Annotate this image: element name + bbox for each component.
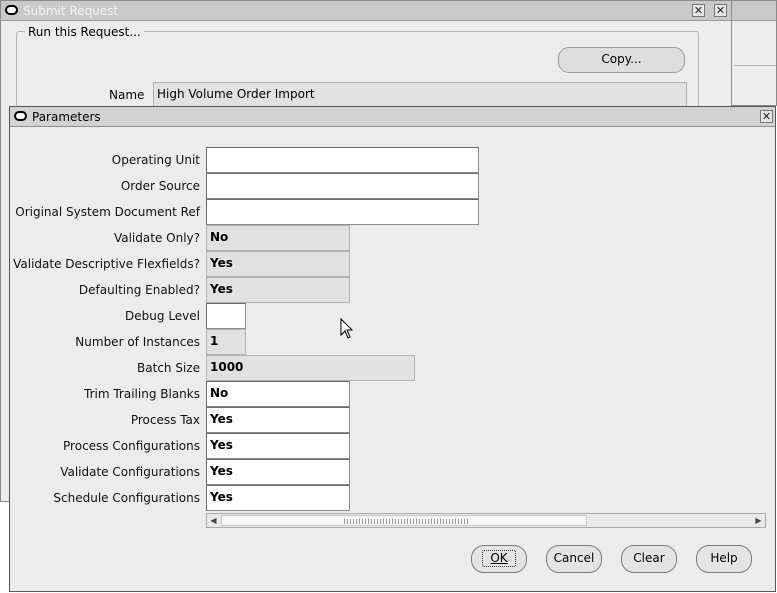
label-operating-unit: Operating Unit bbox=[111, 153, 200, 167]
oracle-logo-icon bbox=[14, 111, 27, 121]
label-batch-size: Batch Size bbox=[137, 361, 200, 375]
batch-size-field[interactable]: 1000 bbox=[206, 355, 415, 381]
name-label: Name bbox=[109, 88, 145, 102]
minimize-icon[interactable]: ✕ bbox=[714, 4, 727, 17]
mouse-pointer-icon bbox=[340, 318, 354, 339]
help-button[interactable]: Help bbox=[696, 545, 752, 573]
parameters-titlebar: Parameters ✕ bbox=[10, 107, 775, 127]
oracle-logo-icon bbox=[5, 5, 18, 15]
trim-trailing-blanks-input[interactable]: No bbox=[206, 381, 350, 407]
validate-only-field[interactable]: No bbox=[206, 225, 350, 251]
label-number-of-instances: Number of Instances bbox=[75, 335, 200, 349]
cancel-button[interactable]: Cancel bbox=[546, 545, 602, 573]
label-trim-trailing-blanks: Trim Trailing Blanks bbox=[84, 387, 200, 401]
order-source-input[interactable] bbox=[206, 173, 479, 199]
name-field[interactable]: High Volume Order Import bbox=[153, 82, 687, 107]
number-of-instances-field[interactable]: 1 bbox=[206, 329, 246, 355]
run-request-group-label: Run this Request... bbox=[25, 25, 144, 39]
clear-button[interactable]: Clear bbox=[621, 545, 677, 573]
label-debug-level: Debug Level bbox=[125, 309, 200, 323]
parameters-dialog: Parameters ✕ Operating Unit Order Source… bbox=[9, 106, 776, 592]
defaulting-enabled-field[interactable]: Yes bbox=[206, 277, 350, 303]
scroll-right-icon[interactable]: ▶ bbox=[753, 515, 764, 526]
close-icon[interactable]: ✕ bbox=[692, 4, 705, 17]
scroll-left-icon[interactable]: ◀ bbox=[208, 515, 219, 526]
label-validate-configurations: Validate Configurations bbox=[60, 465, 200, 479]
debug-level-input[interactable] bbox=[206, 303, 246, 329]
submit-request-titlebar: Submit Request ✕ ✕ bbox=[1, 1, 731, 21]
label-process-tax: Process Tax bbox=[130, 413, 200, 427]
validate-configurations-input[interactable]: Yes bbox=[206, 459, 350, 485]
background-window-divider bbox=[734, 65, 776, 66]
process-configurations-input[interactable]: Yes bbox=[206, 433, 350, 459]
label-validate-descriptive-flexfields: Validate Descriptive Flexfields? bbox=[13, 257, 200, 271]
copy-button[interactable]: Copy... bbox=[558, 47, 685, 73]
label-defaulting-enabled: Defaulting Enabled? bbox=[78, 283, 200, 297]
submit-request-title: Submit Request bbox=[23, 4, 119, 18]
parameters-title: Parameters bbox=[32, 110, 101, 124]
operating-unit-input[interactable] bbox=[206, 147, 479, 173]
schedule-configurations-input[interactable]: Yes bbox=[206, 485, 350, 511]
close-icon[interactable]: ✕ bbox=[760, 110, 773, 123]
ok-button-focus bbox=[482, 550, 516, 567]
label-validate-only: Validate Only? bbox=[113, 231, 200, 245]
label-process-configurations: Process Configurations bbox=[63, 439, 200, 453]
original-system-document-ref-input[interactable] bbox=[206, 199, 479, 225]
process-tax-input[interactable]: Yes bbox=[206, 407, 350, 433]
label-original-system-document-ref: Original System Document Ref bbox=[15, 205, 200, 219]
label-order-source: Order Source bbox=[120, 179, 200, 193]
scrollbar-grip bbox=[344, 519, 468, 524]
horizontal-scrollbar[interactable]: ◀ ▶ bbox=[206, 513, 766, 528]
validate-descriptive-flexfields-field[interactable]: Yes bbox=[206, 251, 350, 277]
scrollbar-thumb[interactable] bbox=[221, 515, 587, 526]
label-schedule-configurations: Schedule Configurations bbox=[53, 491, 200, 505]
